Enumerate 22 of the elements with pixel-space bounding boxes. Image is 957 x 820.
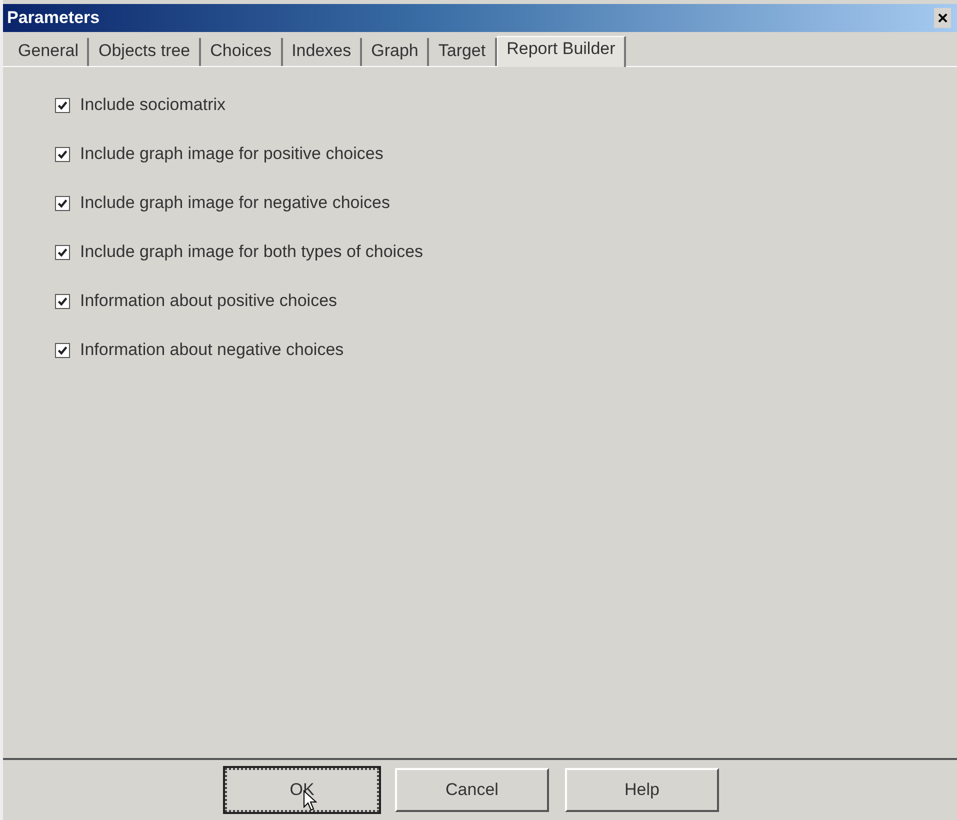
- checkbox[interactable]: [55, 196, 70, 210]
- checkbox[interactable]: [55, 98, 70, 112]
- checkbox[interactable]: [55, 146, 70, 162]
- checkbox-label: Include graph image for both types of choices: [80, 242, 424, 262]
- tab[interactable]: Indexes: [282, 38, 362, 66]
- dialog-button[interactable]: Help: [565, 768, 719, 812]
- window-title: Parameters: [7, 8, 100, 28]
- tab[interactable]: Report Builder: [496, 36, 626, 67]
- tab[interactable]: Choices: [201, 38, 283, 66]
- close-button[interactable]: ×: [934, 8, 951, 28]
- checkbox-label: Information about positive choices: [80, 291, 338, 311]
- checkbox[interactable]: [55, 294, 70, 308]
- tab[interactable]: General: [9, 38, 90, 66]
- checkbox-label: Include sociomatrix: [80, 95, 226, 115]
- checkbox[interactable]: [55, 244, 70, 260]
- tab[interactable]: Objects tree: [89, 38, 202, 66]
- checkbox-label: Include graph image for negative choices: [80, 193, 390, 213]
- checkbox[interactable]: [55, 342, 70, 358]
- dialog-button[interactable]: Cancel: [395, 768, 549, 812]
- checkbox-label: Include graph image for positive choices: [80, 144, 384, 164]
- checkbox-label: Information about negative choices: [80, 340, 344, 360]
- tab[interactable]: Graph: [362, 38, 430, 66]
